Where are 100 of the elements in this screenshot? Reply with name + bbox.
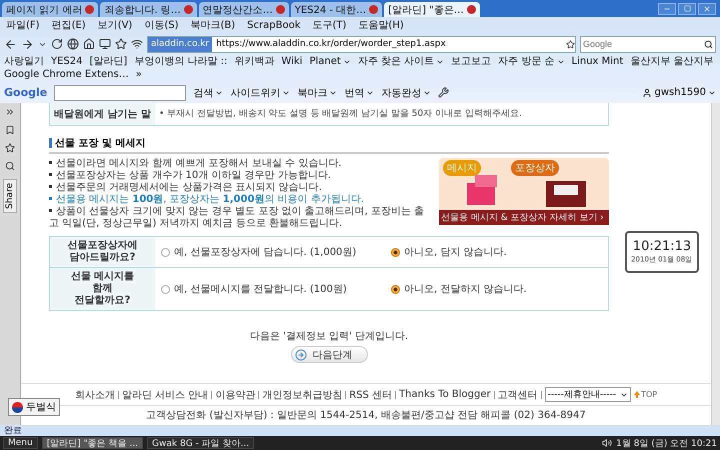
footer-link[interactable]: 알라딘 서비스 안내 (122, 388, 208, 402)
bullet-text: 선물포장상자는 상품 개수가 10개 이하일 경우만 가능합니다. (49, 170, 431, 182)
close-icon[interactable] (276, 5, 285, 14)
bookmark-item[interactable]: 울산지부 울산지부 (630, 56, 714, 68)
footer-link[interactable]: 이용약관 (215, 388, 256, 402)
question-label: 선물포장상자에 담아드릴까요? (50, 237, 155, 267)
address-field[interactable]: aladdin.co.kr https://www.aladdin.co.kr/order/worder_step1.aspx (147, 36, 576, 52)
close-icon[interactable] (369, 5, 378, 14)
share-tab[interactable]: Share (3, 179, 17, 213)
globe-icon[interactable] (67, 38, 79, 50)
next-step-text: 다음은 '결제정보 입력' 단계입니다. (250, 330, 408, 343)
monitor-icon[interactable] (99, 38, 111, 50)
bookmark-item[interactable]: 위키백과 (234, 56, 274, 68)
bookmark-item[interactable]: Planet (309, 56, 351, 68)
menubar-entry[interactable]: 이동(S) (144, 18, 178, 32)
url-text: https://www.aladdin.co.kr/order/worder_step1.aspx (216, 39, 447, 49)
bookmark-item[interactable]: 보고보고 (451, 56, 492, 68)
bookmark-item[interactable]: 자주 찾은 사이트 (358, 56, 444, 68)
menubar-entry[interactable]: 편집(E) (52, 18, 86, 32)
browser-tab[interactable]: 연말정산간소… (198, 2, 289, 17)
reload-icon[interactable] (51, 38, 63, 50)
browser-tab[interactable]: 죄송합니다. 링… (100, 2, 197, 17)
search-icon[interactable] (5, 161, 15, 171)
toolbar-item[interactable]: 사이드위키 (230, 86, 290, 100)
toolbar-search-field[interactable] (54, 84, 186, 100)
partner-dropdown[interactable]: -----제휴안내----- (544, 387, 632, 402)
toolbar-item[interactable]: 자동완성 (381, 86, 432, 100)
user-icon (642, 88, 652, 98)
bookmark-item[interactable]: Wiki (281, 56, 302, 68)
star-icon[interactable] (115, 38, 127, 50)
volume-icon[interactable] (602, 438, 612, 448)
top-link[interactable]: TOP (634, 390, 658, 399)
footer-link[interactable]: 회사소개 (74, 388, 115, 402)
toolbar-item[interactable]: 북마크 (297, 86, 338, 100)
maximize-button[interactable] (678, 2, 696, 14)
close-icon[interactable] (184, 5, 193, 14)
start-button[interactable]: Menu (3, 437, 38, 449)
site-identity[interactable]: aladdin.co.kr (148, 36, 212, 52)
bookmark-item[interactable]: » (136, 69, 142, 81)
chevron-icon[interactable] (436, 58, 444, 66)
input-method-widget[interactable]: 두벌식 (8, 398, 60, 416)
radio-option[interactable]: 아니오, 전달하지 않습니다. (391, 282, 571, 296)
chevron-icon[interactable] (556, 58, 565, 66)
toolbar-item[interactable]: 번역 (344, 86, 374, 100)
wrench-icon[interactable] (438, 87, 450, 98)
details-link[interactable]: 선물용 메시지 & 포장상자 자세히 보기 › (439, 210, 609, 225)
forward-icon[interactable] (21, 38, 34, 50)
bullet-text: 상품이 선물상자 크기에 맞지 않는 경우 별도 포장 없이 출고해드리며, 포장비는 출고 익일(단, 정상근무일) 저녁까지 예치금 등으로 환불해드립니다. (49, 206, 426, 230)
star-icon[interactable] (566, 40, 575, 48)
section-title: 선물 포장 및 메세지 (49, 136, 609, 154)
contact-text: 고객상담전화 (발신자부담) : 일반문의 1544-2514, 배송불편/중고샵 전담 해피콜 (02) 364-8947 (146, 409, 586, 423)
menubar-entry[interactable]: 도구(T) (312, 18, 346, 32)
taskbar-window[interactable]: Gwak 8G - 파일 찾아... (147, 437, 254, 449)
taskbar-clock: 1월 8일 (금) 오전 10:21 (616, 438, 717, 450)
footer-link[interactable]: RSS 센터 (349, 388, 392, 402)
expand-icon[interactable] (5, 107, 15, 117)
google-logo: Google (4, 86, 48, 99)
footer-link[interactable]: 고객센터 (498, 388, 538, 402)
browser-tab[interactable]: [알라딘] "좋은… (384, 2, 480, 17)
radio-option[interactable]: 예, 선물메시지를 전달합니다. (100원) (161, 282, 391, 296)
bookmark-item[interactable]: Google Chrome Extens… (4, 69, 129, 81)
bookmark-item[interactable]: YES24 (51, 56, 82, 68)
bullet-text: 선물이라면 메시지와 함께 예쁘게 포장해서 보내실 수 있습니다. (49, 158, 431, 170)
close-button[interactable] (698, 2, 716, 14)
bookmark-item[interactable]: 사랑일기 (4, 56, 44, 68)
next-button[interactable]: 다음단계 (290, 346, 368, 363)
menubar-entry[interactable]: 파일(F) (6, 18, 40, 32)
star-icon[interactable] (5, 143, 15, 153)
footer-link[interactable]: 개인정보취급방침 (262, 388, 342, 402)
back-icon[interactable] (4, 38, 17, 50)
radio-option[interactable]: 아니오, 담지 않습니다. (391, 245, 571, 259)
radio-option[interactable]: 예, 선물포장상자에 담습니다. (1,000원) (161, 245, 391, 259)
menubar-entry[interactable]: 북마크(B) (190, 18, 236, 32)
bookmark-item[interactable]: [알라딘] (90, 56, 128, 68)
account-menu[interactable]: gwsh1590 (642, 87, 716, 98)
home-icon[interactable] (83, 38, 95, 50)
bookmark-item[interactable]: Linux Mint (572, 56, 624, 68)
chevron-icon[interactable] (342, 58, 351, 66)
close-icon[interactable] (85, 5, 94, 14)
menubar-entry[interactable]: 도움말(H) (358, 18, 404, 32)
search-icon[interactable] (704, 40, 713, 48)
menubar-entry[interactable]: ScrapBook (247, 20, 300, 30)
footer-link[interactable]: Thanks To Blogger (399, 389, 491, 400)
bookmark-item[interactable]: 부엉이뱅의 나라말 :: (134, 56, 228, 68)
scrollbar[interactable] (711, 103, 720, 425)
taskbar-window[interactable]: [알라딘] "좋은 책을 ... (42, 437, 144, 449)
status-text: 완료 (4, 425, 22, 437)
bookmark-icon[interactable] (5, 125, 15, 135)
close-icon[interactable] (466, 5, 476, 14)
search-field[interactable]: Google (580, 36, 716, 52)
minimize-button[interactable] (658, 2, 676, 14)
maximize-icon (684, 5, 690, 12)
menubar-entry[interactable]: 보기(V) (98, 18, 132, 32)
bullet-text: 선물용 메시지는 100원, 포장상자는 1,000원의 비용이 추가됩니다. (49, 194, 431, 206)
bookmark-item[interactable]: 자주 방문 순 (498, 56, 565, 68)
bullet-text: 선물주문의 거래명세서에는 상품가격은 표시되지 않습니다. (49, 182, 431, 194)
browser-tab[interactable]: 페이지 읽기 에러 (2, 2, 98, 17)
browser-tab[interactable]: YES24 - 대한… (290, 2, 382, 17)
toolbar-item[interactable]: 검색 (193, 86, 224, 100)
question-label: 선물 메시지를 함께 전달할까요? (50, 268, 155, 310)
